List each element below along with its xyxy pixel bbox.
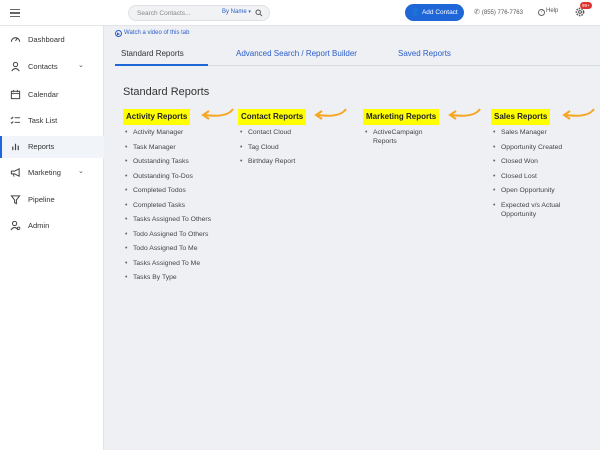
report-link[interactable]: Birthday Report	[238, 157, 306, 166]
report-link[interactable]: Tasks Assigned To Me	[123, 259, 211, 268]
activity-reports-column: Activity Reports Activity Manager Task Ma…	[123, 106, 211, 288]
calendar-icon	[10, 89, 21, 100]
tab-standard-reports[interactable]: Standard Reports	[121, 49, 184, 58]
report-link[interactable]: Outstanding To-Dos	[123, 172, 211, 181]
admin-user-icon	[10, 220, 21, 231]
report-list: ActiveCampaign Reports	[363, 128, 443, 146]
add-contact-button[interactable]: 👤 Add Contact	[405, 4, 464, 21]
report-link[interactable]: Activity Manager	[123, 128, 211, 137]
contact-reports-column: Contact Reports Contact Cloud Tag Cloud Bi…	[238, 106, 307, 172]
report-link[interactable]: Closed Lost	[491, 172, 581, 181]
megaphone-icon	[10, 168, 20, 177]
annotation-arrow-icon	[562, 108, 595, 120]
top-bar: By Name ▾ 👤Add Contact ✆(855) 776-7763 ?…	[0, 0, 600, 26]
phone-number[interactable]: ✆ (855) 776-7763	[474, 8, 523, 16]
report-link[interactable]: ActiveCampaign Reports	[363, 128, 443, 146]
report-list: Contact Cloud Tag Cloud Birthday Report	[238, 128, 306, 166]
report-link[interactable]: Tasks Assigned To Others	[123, 215, 211, 224]
sidebar-item-task-list[interactable]: Task List	[0, 110, 104, 132]
sidebar-item-label: Admin	[28, 221, 50, 230]
sidebar-item-calendar[interactable]: Calendar	[0, 84, 104, 106]
report-link[interactable]: Opportunity Created	[491, 143, 581, 152]
column-heading: Activity Reports	[123, 109, 191, 125]
column-heading: Contact Reports	[238, 109, 307, 125]
report-link[interactable]: Sales Manager	[491, 128, 581, 137]
tab-advanced-search[interactable]: Advanced Search / Report Builder	[236, 49, 357, 58]
search-mode-dropdown[interactable]: By Name ▾	[222, 9, 251, 15]
notification-badge: 99+	[580, 2, 592, 9]
main-content: ▶ Watch a video of this tab Standard Repo…	[105, 26, 600, 450]
tab-saved-reports[interactable]: Saved Reports	[398, 49, 451, 58]
help-icon: ?	[538, 9, 545, 16]
column-heading: Marketing Reports	[363, 109, 440, 125]
bar-chart-icon	[12, 143, 19, 151]
report-link[interactable]: Outstanding Tasks	[123, 157, 211, 166]
report-link[interactable]: Closed Won	[491, 157, 581, 166]
user-icon	[11, 61, 20, 72]
sidebar-item-dashboard[interactable]: Dashboard	[0, 29, 104, 51]
annotation-arrow-icon	[314, 108, 347, 120]
sidebar-item-admin[interactable]: Admin	[0, 215, 104, 237]
search-icon[interactable]	[255, 9, 263, 17]
sidebar-item-label: Dashboard	[28, 35, 65, 44]
search-input[interactable]	[137, 8, 217, 19]
active-tab-indicator	[115, 64, 208, 66]
annotation-arrow-icon	[201, 108, 234, 120]
report-link[interactable]: Open Opportunity	[491, 186, 581, 195]
sidebar-item-contacts[interactable]: Contacts ⌄	[0, 56, 104, 78]
report-link[interactable]: Todo Assigned To Others	[123, 230, 211, 239]
report-list: Activity Manager Task Manager Outstanding …	[123, 128, 211, 282]
sidebar-item-label: Reports	[28, 142, 55, 151]
page-title: Standard Reports	[123, 86, 210, 98]
contact-search: By Name ▾	[128, 5, 270, 21]
column-heading: Sales Reports	[491, 109, 551, 125]
report-link[interactable]: Tag Cloud	[238, 143, 306, 152]
sidebar-item-label: Task List	[28, 116, 58, 125]
chevron-down-icon[interactable]: ⌄	[78, 167, 84, 175]
sidebar-item-label: Contacts	[28, 62, 58, 71]
report-link[interactable]: Completed Tasks	[123, 201, 211, 210]
report-link[interactable]: Todo Assigned To Me	[123, 244, 211, 253]
sidebar-item-reports[interactable]: Reports	[0, 136, 104, 158]
sidebar-item-label: Marketing	[28, 168, 61, 177]
funnel-icon	[10, 195, 21, 205]
report-link[interactable]: Expected v/s Actual Opportunity	[491, 201, 581, 219]
report-link[interactable]: Task Manager	[123, 143, 211, 152]
sidebar-item-label: Pipeline	[28, 195, 55, 204]
report-link[interactable]: Tasks By Type	[123, 273, 211, 282]
annotation-arrow-icon	[448, 108, 481, 120]
phone-icon: ✆	[474, 9, 480, 16]
watch-video-link[interactable]: ▶ Watch a video of this tab	[115, 30, 189, 37]
report-tabs: Standard Reports Advanced Search / Repor…	[115, 42, 600, 66]
sidebar-item-label: Calendar	[28, 90, 59, 99]
caret-down-icon: ▾	[248, 9, 251, 15]
play-icon: ▶	[115, 30, 122, 37]
sales-reports-column: Sales Reports Sales Manager Opportunity C…	[491, 106, 591, 224]
hamburger-menu-icon[interactable]	[10, 9, 20, 17]
chevron-down-icon[interactable]: ⌄	[78, 61, 84, 69]
report-link[interactable]: Contact Cloud	[238, 128, 306, 137]
checklist-icon	[10, 116, 21, 124]
dashboard-icon	[10, 37, 21, 42]
sidebar-item-marketing[interactable]: Marketing ⌄	[0, 162, 104, 184]
sidebar-item-pipeline[interactable]: Pipeline	[0, 189, 104, 211]
sidebar: Dashboard Contacts ⌄ Calendar Task List …	[0, 26, 104, 450]
help-link[interactable]: ? Help	[538, 8, 558, 16]
report-list: Sales Manager Opportunity Created Closed W…	[491, 128, 581, 219]
report-link[interactable]: Completed Todos	[123, 186, 211, 195]
add-user-icon: 👤	[411, 9, 420, 16]
